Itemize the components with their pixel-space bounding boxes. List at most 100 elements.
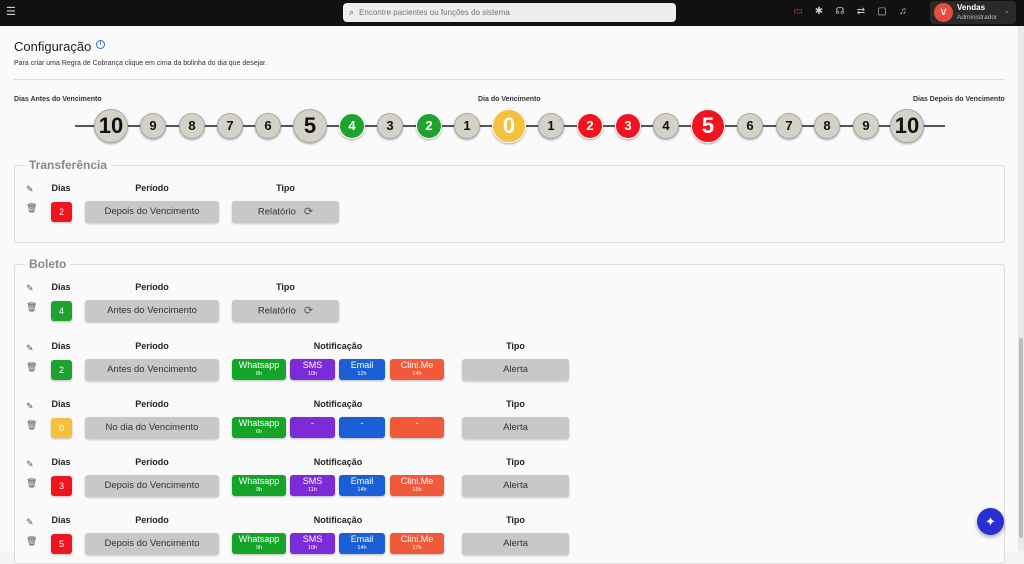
notification-time: 14h xyxy=(357,487,367,493)
tipo-button[interactable]: Relatório ⟳ xyxy=(232,201,339,223)
col-dias: Dias xyxy=(51,282,71,292)
divider xyxy=(14,79,1005,80)
after-label: Dias Depois do Vencimento xyxy=(913,96,1005,103)
notification-sms[interactable]: - xyxy=(290,417,335,438)
edit-icon[interactable]: ✎ xyxy=(26,401,34,412)
period-button[interactable]: No dia do Vencimento xyxy=(85,417,219,439)
avatar: V xyxy=(934,3,953,22)
notification-whatsapp[interactable]: Whatsapp 8h xyxy=(232,359,286,380)
day-dot[interactable]: 9 xyxy=(140,113,166,139)
notification-email[interactable]: - xyxy=(339,417,385,438)
period-button[interactable]: Antes do Vencimento xyxy=(85,300,219,322)
col-tipo: Tipo xyxy=(276,282,295,292)
notification-clinime[interactable]: Clini.Me 14h xyxy=(390,359,444,380)
settings-icon[interactable]: ✱ xyxy=(812,6,826,18)
headset-icon[interactable]: ☊ xyxy=(833,6,847,18)
day-dot[interactable]: 4 xyxy=(339,113,365,139)
bell-icon[interactable]: ♫ xyxy=(896,6,910,18)
notification-whatsapp[interactable]: Whatsapp 9h xyxy=(232,475,286,496)
tipo-button[interactable]: Alerta xyxy=(462,475,569,497)
video-icon[interactable]: ▭ xyxy=(791,6,805,18)
notification-email[interactable]: Email 12h xyxy=(339,359,385,380)
period-button[interactable]: Antes do Vencimento xyxy=(85,359,219,381)
day-dot[interactable]: 4 xyxy=(653,113,679,139)
scrollbar-thumb[interactable] xyxy=(1019,338,1023,538)
day-dot[interactable]: 3 xyxy=(615,113,641,139)
day-badge[interactable]: 5 xyxy=(51,534,72,554)
day-dot[interactable]: 6 xyxy=(255,113,281,139)
tipo-button[interactable]: Alerta xyxy=(462,359,569,381)
notification-channel: Clini.Me xyxy=(400,534,434,544)
day-dot[interactable]: 1 xyxy=(538,113,564,139)
edit-icon[interactable]: ✎ xyxy=(26,343,34,354)
refresh-icon: ⟳ xyxy=(303,206,314,218)
chat-icon[interactable]: ▢ xyxy=(875,6,889,18)
day-dot[interactable]: 3 xyxy=(377,113,403,139)
notification-clinime[interactable]: - xyxy=(390,417,444,438)
day-dot[interactable]: 5 xyxy=(293,109,327,143)
day-dot[interactable]: 2 xyxy=(416,113,442,139)
info-icon[interactable]: i xyxy=(96,40,105,49)
transfer-icon[interactable]: ⇄ xyxy=(854,6,868,18)
day-dot[interactable]: 1 xyxy=(454,113,480,139)
notification-time: 8h xyxy=(255,371,263,377)
notification-clinime[interactable]: Clini.Me 15h xyxy=(390,475,444,496)
tipo-button[interactable]: Alerta xyxy=(462,533,569,555)
day-badge[interactable]: 4 xyxy=(51,301,72,321)
trash-icon[interactable]: 🗑 xyxy=(26,362,37,373)
day-dot[interactable]: 9 xyxy=(853,113,879,139)
day-dot[interactable]: 8 xyxy=(179,113,205,139)
day-dot[interactable]: 10 xyxy=(890,109,924,143)
before-label: Dias Antes do Vencimento xyxy=(14,96,102,103)
search-input[interactable] xyxy=(359,8,650,17)
user-menu[interactable]: V Vendas Administrador ⌄ xyxy=(930,1,1016,24)
edit-icon[interactable]: ✎ xyxy=(26,283,34,294)
day-badge[interactable]: 0 xyxy=(51,418,72,438)
col-periodo: Período xyxy=(135,399,169,409)
notification-channel: Clini.Me xyxy=(400,476,434,486)
menu-icon[interactable]: ☰ xyxy=(6,6,16,18)
notification-sms[interactable]: SMS 10h xyxy=(290,359,335,380)
notification-channel: - xyxy=(415,418,419,428)
day-dot[interactable]: 10 xyxy=(94,109,128,143)
edit-icon[interactable]: ✎ xyxy=(26,459,34,470)
tipo-button[interactable]: Alerta xyxy=(462,417,569,439)
notification-channel: Whatsapp xyxy=(238,476,280,486)
period-button[interactable]: Depois do Vencimento xyxy=(85,533,219,555)
period-button[interactable]: Depois do Vencimento xyxy=(85,475,219,497)
day-badge[interactable]: 2 xyxy=(51,360,72,380)
trash-icon[interactable]: 🗑 xyxy=(26,203,37,214)
trash-icon[interactable]: 🗑 xyxy=(26,302,37,313)
edit-icon[interactable]: ✎ xyxy=(26,184,34,195)
col-notificacao: Notificação xyxy=(313,457,363,467)
day-badge[interactable]: 3 xyxy=(51,476,72,496)
user-role: Administrador xyxy=(957,14,998,21)
refresh-icon: ⟳ xyxy=(303,305,314,317)
notification-sms[interactable]: SMS 11h xyxy=(290,475,335,496)
notification-channel: Email xyxy=(350,534,374,544)
page-title: Configuração xyxy=(14,39,92,54)
day-dot[interactable]: 8 xyxy=(814,113,840,139)
assistant-fab-button[interactable]: ✦ xyxy=(977,508,1004,535)
notification-whatsapp[interactable]: Whatsapp 6h xyxy=(232,417,286,438)
period-button[interactable]: Depois do Vencimento xyxy=(85,201,219,223)
notification-channel: SMS xyxy=(302,360,323,370)
col-dias: Dias xyxy=(51,341,71,351)
boleto-section: Boleto ✎ 🗑 Dias Período Tipo 4 Antes do … xyxy=(14,257,1005,564)
day-dot[interactable]: 7 xyxy=(217,113,243,139)
notification-channel: Whatsapp xyxy=(238,360,280,370)
search-bar[interactable]: ⌕ xyxy=(343,3,676,22)
day-badge[interactable]: 2 xyxy=(51,202,72,222)
trash-icon[interactable]: 🗑 xyxy=(26,420,37,431)
day-dot[interactable]: 2 xyxy=(577,113,603,139)
day-dot[interactable]: 7 xyxy=(776,113,802,139)
notification-email[interactable]: Email 14h xyxy=(339,475,385,496)
day-dot[interactable]: 0 xyxy=(492,109,526,143)
tipo-button[interactable]: Relatório ⟳ xyxy=(232,300,339,322)
day-dot[interactable]: 5 xyxy=(691,109,725,143)
day-dot[interactable]: 6 xyxy=(737,113,763,139)
notification-channel: SMS xyxy=(302,476,323,486)
trash-icon[interactable]: 🗑 xyxy=(26,478,37,489)
edit-icon[interactable]: ✎ xyxy=(26,517,34,528)
trash-icon[interactable]: 🗑 xyxy=(26,536,37,547)
